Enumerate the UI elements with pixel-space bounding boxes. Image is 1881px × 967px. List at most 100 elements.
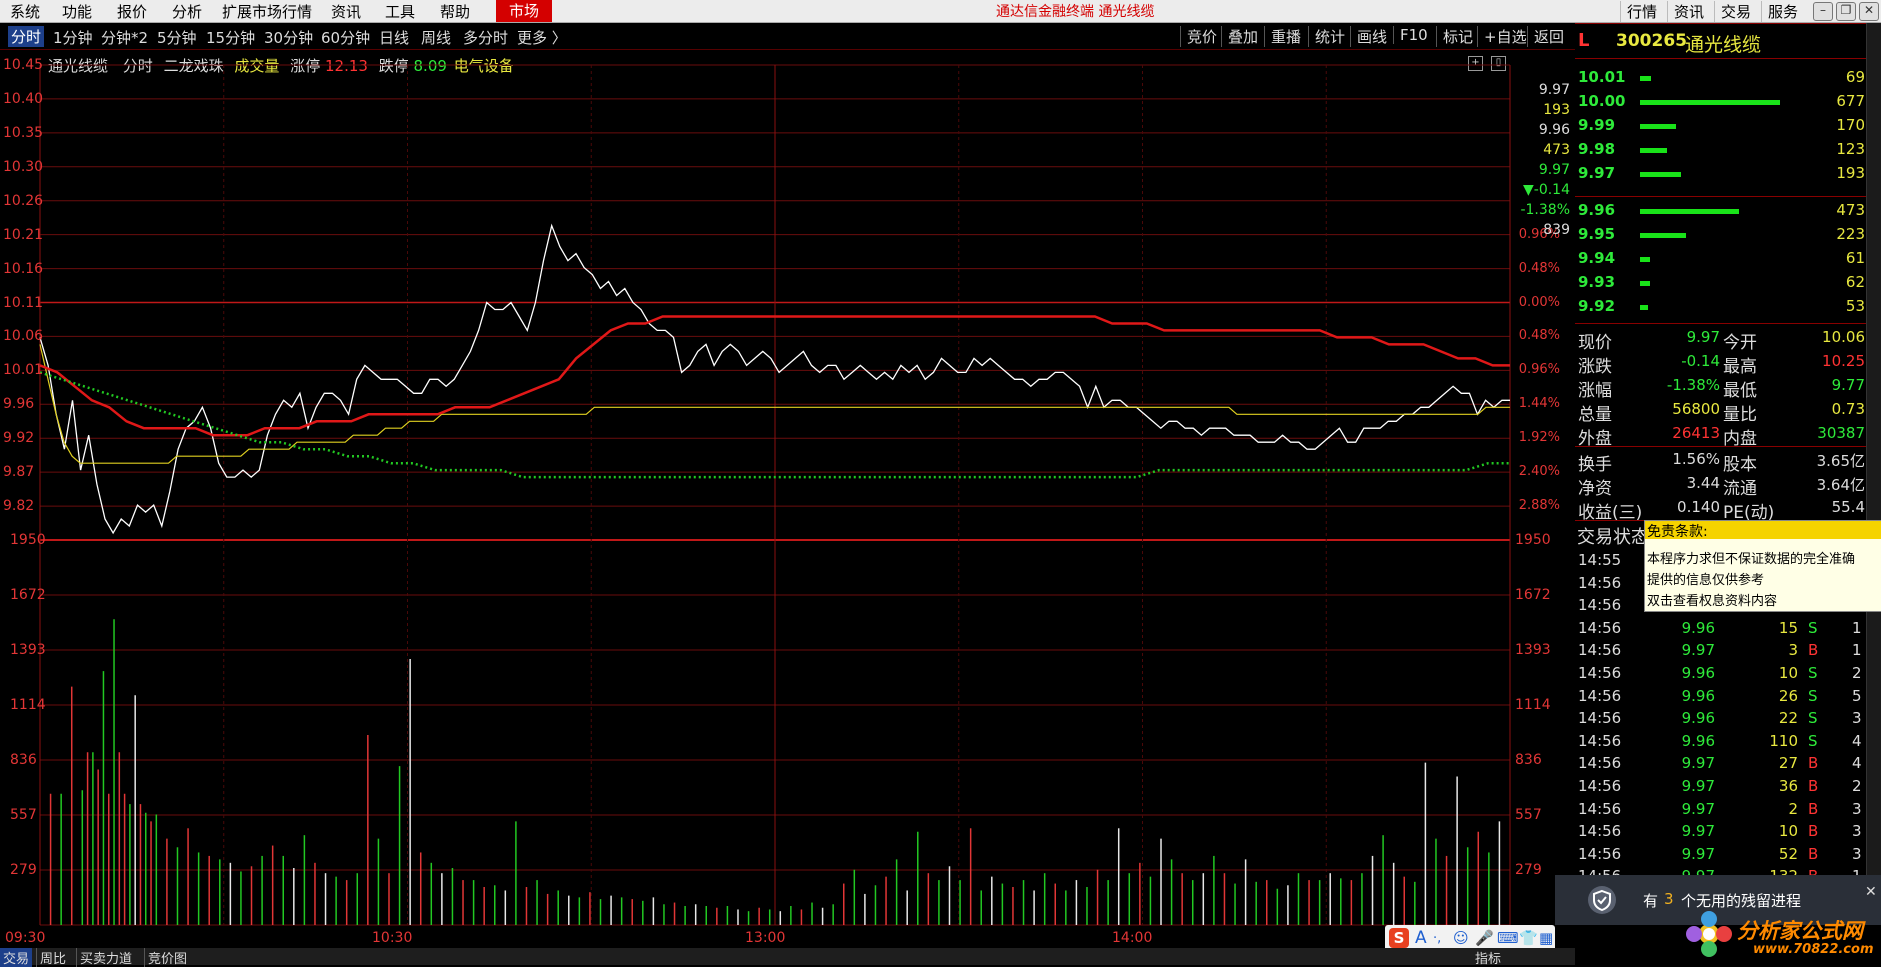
stock-title[interactable]: 通光线缆 <box>1685 30 1761 57</box>
period-tab-more[interactable]: 更多 〉 <box>517 27 567 48</box>
tick-volume: 15 <box>1778 618 1798 637</box>
chart-grid <box>39 64 1511 926</box>
stat-label: 总量 <box>1578 405 1612 425</box>
tick-side: S <box>1808 664 1818 682</box>
top-tab-service[interactable]: 服务 <box>1761 1 1804 22</box>
price-tick-label: 10.35 <box>3 124 44 141</box>
close-icon[interactable]: ✕ <box>1859 2 1879 21</box>
toast-count: 3 <box>1664 890 1674 908</box>
disclaimer-line-1: 本程序力求但不保证数据的完全准确 <box>1647 552 1856 567</box>
tick-volume: 10 <box>1778 664 1798 682</box>
menu-item-extended-market[interactable]: 扩展市场行情 <box>218 1 316 22</box>
stat-value: 3.64亿 <box>1816 476 1865 494</box>
market-button[interactable]: 市场 <box>496 0 552 22</box>
tick-price: 9.97 <box>1681 754 1715 773</box>
price-tick-label: 9.87 <box>3 464 35 481</box>
tick-time: 14:56 <box>1578 844 1622 863</box>
menu-item-help[interactable]: 帮助 <box>436 1 474 22</box>
ime-keyboard-icon[interactable]: ⌨ <box>1497 929 1519 947</box>
ime-menu-icon[interactable]: ▦ <box>1539 929 1553 947</box>
tick-side: S <box>1808 686 1818 705</box>
tool-draw[interactable]: 画线 <box>1350 26 1393 47</box>
period-tab-intraday[interactable]: 分时 <box>8 26 45 47</box>
overlay-vol-2: 473 <box>1543 142 1570 158</box>
overlay-vol: 839 <box>1543 222 1570 238</box>
book-volume-bar <box>1640 305 1649 310</box>
bottom-tab-week[interactable]: 周比 <box>36 948 66 967</box>
tick-count: 2 <box>1852 664 1862 682</box>
intraday-chart[interactable] <box>0 50 1575 948</box>
tool-replay[interactable]: 重播 <box>1264 26 1307 47</box>
menu-item-quote[interactable]: 报价 <box>113 1 151 22</box>
tick-count: 4 <box>1852 731 1862 750</box>
period-tab-1min[interactable]: 1分钟 <box>53 27 93 48</box>
ime-punct-icon[interactable]: ·, <box>1433 931 1441 946</box>
tool-f10[interactable]: F10 <box>1393 26 1434 44</box>
ime-logo-icon[interactable]: S <box>1389 928 1409 948</box>
volume-tick-label: 279 <box>1515 862 1542 878</box>
overlay-vol-1: 193 <box>1543 102 1570 118</box>
volume-tick-label: 1672 <box>1515 587 1551 603</box>
stat-value: 0.140 <box>1677 498 1720 516</box>
menu-item-system[interactable]: 系统 <box>6 1 44 22</box>
menu-item-function[interactable]: 功能 <box>58 1 96 22</box>
top-tab-news[interactable]: 资讯 <box>1667 1 1710 22</box>
book-volume: 61 <box>1845 249 1865 267</box>
book-volume: 53 <box>1845 297 1865 315</box>
tick-time: 14:56 <box>1578 641 1622 660</box>
period-tab-daily[interactable]: 日线 <box>379 27 409 48</box>
side-scroll-strip[interactable] <box>1866 23 1881 883</box>
menu-item-news[interactable]: 资讯 <box>327 1 365 22</box>
shield-icon <box>1588 886 1616 914</box>
minimize-icon[interactable]: – <box>1813 2 1833 21</box>
tool-overlay[interactable]: 叠加 <box>1221 26 1264 47</box>
tick-side: S <box>1808 618 1818 637</box>
tool-mark[interactable]: 标记 <box>1436 26 1479 47</box>
stat-label: 最低 <box>1723 381 1757 401</box>
period-tab-30min[interactable]: 30分钟 <box>264 27 313 48</box>
period-tab-multi[interactable]: 多分时 <box>463 27 508 48</box>
period-tab-weekly[interactable]: 周线 <box>421 27 451 48</box>
trade-status-title: 交易状态 <box>1577 527 1649 548</box>
period-tab-5min[interactable]: 5分钟 <box>157 27 197 48</box>
tick-price: 9.97 <box>1681 777 1715 795</box>
tool-back[interactable]: 返回 <box>1527 26 1570 47</box>
toast-close-icon[interactable]: ✕ <box>1865 884 1877 900</box>
restore-icon[interactable]: ❐ <box>1836 2 1856 21</box>
time-tick-label: 13:00 <box>745 930 786 946</box>
bottom-tab-auction[interactable]: 竞价图 <box>144 948 187 967</box>
tick-side: B <box>1808 822 1819 841</box>
bottom-tab-trade[interactable]: 交易 <box>0 948 33 967</box>
top-tab-market[interactable]: 行情 <box>1620 1 1663 22</box>
menu-item-tools[interactable]: 工具 <box>381 1 419 22</box>
tick-side: S <box>1808 731 1818 750</box>
tick-volume: 52 <box>1778 844 1798 863</box>
ime-voice-icon[interactable]: 🎤 <box>1475 929 1494 947</box>
bottom-indicator-button[interactable]: 指标 <box>1475 948 1501 967</box>
book-volume-bar <box>1640 257 1650 262</box>
ime-emoji-icon[interactable]: ☺ <box>1453 929 1469 947</box>
stock-code: 300265 <box>1616 31 1687 51</box>
tool-add-favorite[interactable]: +自选 <box>1477 26 1533 47</box>
price-tick-label: 9.96 <box>3 396 35 413</box>
ime-mode-icon[interactable]: A <box>1415 928 1427 948</box>
book-price: 9.94 <box>1578 249 1616 267</box>
tick-time: 14:56 <box>1578 731 1622 750</box>
bottom-tab-force[interactable]: 买卖力道 <box>76 948 132 967</box>
period-tab-15min[interactable]: 15分钟 <box>206 27 255 48</box>
tick-side: B <box>1808 641 1819 660</box>
tool-auction[interactable]: 竞价 <box>1180 26 1223 47</box>
price-tick-label: 10.26 <box>3 192 44 209</box>
tick-volume: 26 <box>1778 686 1798 705</box>
price-tick-label: 10.06 <box>3 328 44 345</box>
period-tab-60min[interactable]: 60分钟 <box>321 27 370 48</box>
top-tab-trade[interactable]: 交易 <box>1714 1 1757 22</box>
book-price: 9.93 <box>1578 273 1616 291</box>
tick-count: 4 <box>1852 754 1862 773</box>
ime-skin-icon[interactable]: 👕 <box>1519 929 1538 947</box>
tool-statistics[interactable]: 统计 <box>1308 26 1351 47</box>
menu-item-analysis[interactable]: 分析 <box>168 1 206 22</box>
tick-price: 9.97 <box>1681 844 1715 863</box>
price-tick-label: 10.01 <box>3 362 44 379</box>
period-tab-2min[interactable]: 分钟*2 <box>101 27 148 48</box>
